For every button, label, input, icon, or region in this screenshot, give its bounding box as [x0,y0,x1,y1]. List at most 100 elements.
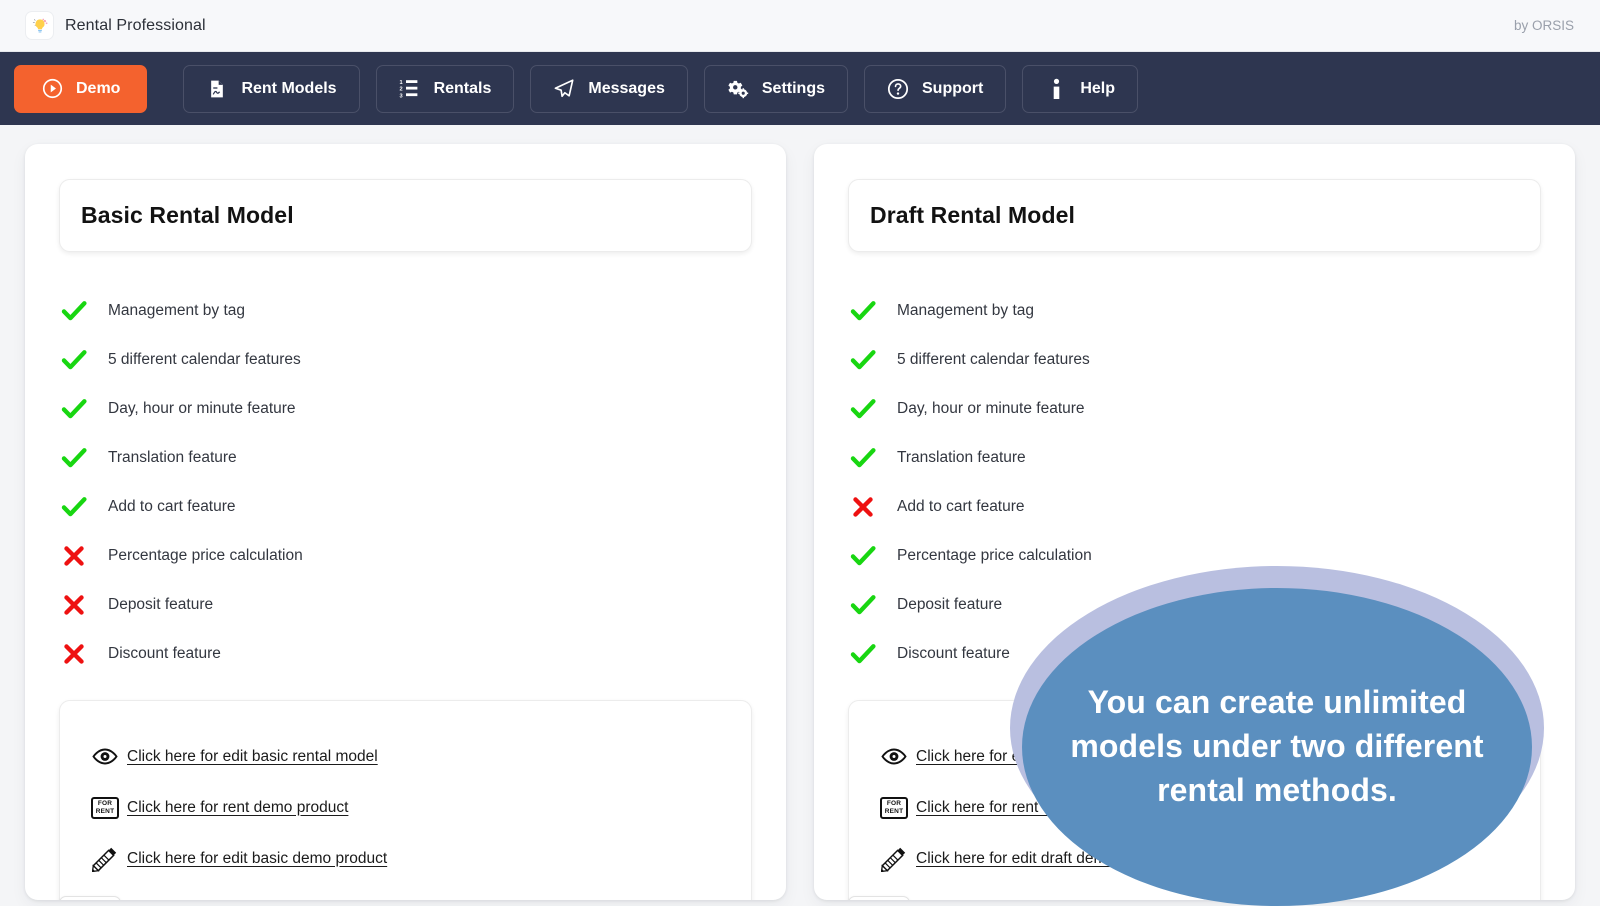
check-icon [850,298,876,324]
play-circle-icon [41,78,63,100]
feature-item: Management by tag [61,286,752,335]
feature-label: Translation feature [897,449,1026,467]
feature-label: Deposit feature [897,596,1002,614]
rental-model-card: Basic Rental Model Management by tag 5 d… [25,144,786,900]
nav-item-rentals[interactable]: 123 Rentals [376,65,515,113]
gears-icon [727,78,749,100]
cross-icon [61,592,87,618]
action-link-row[interactable]: FOR RENT Click here for rent draft produ… [879,782,1510,833]
feature-label: Add to cart feature [108,498,236,516]
action-link[interactable]: Click here for edit draft rental model [916,748,1162,766]
check-icon [61,494,87,520]
feature-item: Discount feature [61,629,752,678]
action-link[interactable]: Click here for rent demo product [127,799,348,817]
feature-label: Discount feature [108,645,221,663]
svg-text:1: 1 [400,80,403,86]
card-title: Draft Rental Model [870,202,1519,229]
feature-label: 5 different calendar features [108,351,301,369]
nav-item-label: Support [922,80,983,98]
for-rent-icon: FOR RENT [91,797,119,819]
for-rent-line2: RENT [96,808,115,816]
info-icon [1045,78,1067,100]
cross-icon [61,641,87,667]
action-link-row[interactable]: Click here for edit draft demo product [879,833,1510,884]
action-link[interactable]: Click here for edit basic rental model [127,748,378,766]
feature-label: Discount feature [897,645,1010,663]
ordered-list-icon: 123 [399,78,421,100]
nav-item-support[interactable]: Support [864,65,1006,113]
pencil-icon [879,847,909,871]
action-link[interactable]: Click here for edit draft demo product [916,850,1171,868]
pencil-icon [90,847,120,871]
feature-item: Day, hour or minute feature [61,384,752,433]
check-icon [850,347,876,373]
feature-item: Deposit feature [61,580,752,629]
rental-model-card: Draft Rental Model Management by tag 5 d… [814,144,1575,900]
eye-icon [90,745,120,769]
action-links-box: Click here for edit draft rental model F… [848,700,1541,900]
partial-button-below-fold[interactable] [848,896,910,900]
nav-item-demo[interactable]: Demo [14,65,147,113]
paper-plane-icon [553,78,575,100]
feature-label: Percentage price calculation [897,547,1092,565]
nav-item-label: Rent Models [241,80,336,98]
partial-button-below-fold[interactable] [59,896,121,900]
feature-label: Percentage price calculation [108,547,303,565]
feature-label: Add to cart feature [897,498,1025,516]
for-rent-line2: RENT [885,808,904,816]
cross-icon [850,494,876,520]
card-title: Basic Rental Model [81,202,730,229]
feature-item: Translation feature [850,433,1541,482]
document-icon [206,78,228,100]
nav-item-help[interactable]: Help [1022,65,1138,113]
svg-text:3: 3 [400,93,403,99]
action-link[interactable]: Click here for edit basic demo product [127,850,387,868]
svg-text:2: 2 [400,87,403,93]
feature-label: Day, hour or minute feature [897,400,1085,418]
action-link[interactable]: Click here for rent draft product [916,799,1130,817]
feature-item: 5 different calendar features [61,335,752,384]
feature-label: Deposit feature [108,596,213,614]
check-icon [850,592,876,618]
feature-item: Discount feature [850,629,1541,678]
nav-item-messages[interactable]: Messages [530,65,688,113]
nav-item-label: Messages [588,80,665,98]
question-circle-icon [887,78,909,100]
eye-icon [879,745,909,769]
nav-item-label: Rentals [434,80,492,98]
feature-label: Management by tag [897,302,1034,320]
main-content: Basic Rental Model Management by tag 5 d… [0,125,1600,900]
for-rent-icon-wrap: FOR RENT [879,796,909,820]
feature-list: Management by tag 5 different calendar f… [848,286,1541,678]
feature-item: Percentage price calculation [850,531,1541,580]
check-icon [850,543,876,569]
nav-item-settings[interactable]: Settings [704,65,848,113]
for-rent-icon-wrap: FOR RENT [90,796,120,820]
feature-item: Deposit feature [850,580,1541,629]
action-link-row[interactable]: Click here for edit basic demo product [90,833,721,884]
action-link-row[interactable]: FOR RENT Click here for rent demo produc… [90,782,721,833]
feature-list: Management by tag 5 different calendar f… [59,286,752,678]
card-title-box: Basic Rental Model [59,179,752,252]
app-title: Rental Professional [65,17,206,35]
lightbulb-icon [26,12,53,39]
nav-item-rent-models[interactable]: Rent Models [183,65,359,113]
check-icon [850,641,876,667]
feature-item: Percentage price calculation [61,531,752,580]
feature-label: Translation feature [108,449,237,467]
action-link-row[interactable]: Click here for edit basic rental model [90,731,721,782]
action-link-row[interactable]: Click here for edit draft rental model [879,731,1510,782]
check-icon [61,396,87,422]
nav-item-label: Help [1080,80,1115,98]
for-rent-line1: FOR [887,800,901,808]
vendor-credit: by ORSIS [1514,18,1574,33]
feature-label: Management by tag [108,302,245,320]
feature-label: Day, hour or minute feature [108,400,296,418]
feature-item: 5 different calendar features [850,335,1541,384]
check-icon [61,298,87,324]
nav-item-label: Settings [762,80,825,98]
main-navigation: Demo Rent Models 123 Rentals Messages Setting… [0,52,1600,125]
feature-item: Day, hour or minute feature [850,384,1541,433]
card-title-box: Draft Rental Model [848,179,1541,252]
brand: Rental Professional [26,12,206,39]
